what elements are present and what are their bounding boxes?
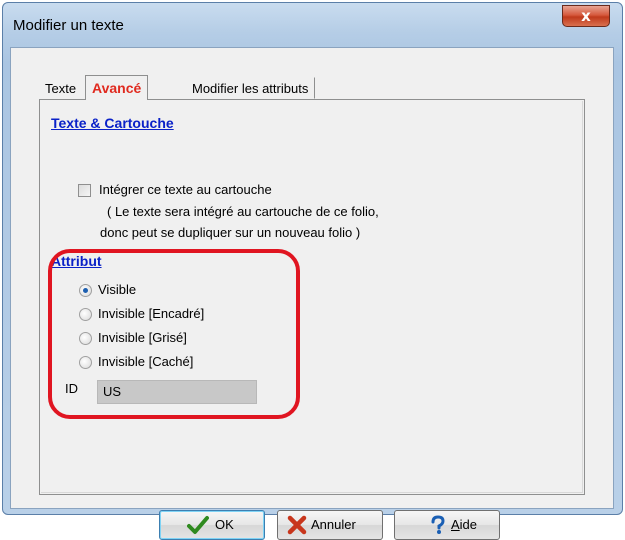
integrate-cartouche-checkbox[interactable]: [78, 184, 91, 197]
close-button[interactable]: x: [562, 5, 610, 27]
cancel-button[interactable]: Annuler: [277, 510, 383, 540]
section-title-attribut: Attribut: [51, 253, 102, 269]
cancel-button-label: Annuler: [311, 517, 356, 532]
tab-avance[interactable]: Avancé: [85, 75, 149, 100]
question-icon: [431, 515, 445, 534]
radio-invisible-grise[interactable]: [79, 332, 92, 345]
checkmark-icon: [187, 516, 209, 534]
radio-invisible-encadre[interactable]: [79, 308, 92, 321]
help-button-mnemonic: A: [451, 517, 460, 532]
dialog-window: Modifier un texte x Texte Avancé Modifie…: [2, 2, 623, 540]
radio-invisible-encadre-label[interactable]: Invisible [Encadré]: [98, 306, 204, 321]
ok-button-label: OK: [215, 517, 234, 532]
cartouche-note-line2: donc peut se dupliquer sur un nouveau fo…: [100, 225, 361, 240]
help-button[interactable]: Aide: [394, 510, 500, 540]
id-label: ID: [65, 381, 78, 396]
help-button-label: Aide: [451, 517, 477, 532]
ok-button[interactable]: OK: [159, 510, 265, 540]
dialog-client-area: Texte Avancé Modifier les attributs Text…: [10, 47, 614, 540]
title-bar[interactable]: Modifier un texte x: [3, 3, 622, 47]
radio-visible-label[interactable]: Visible: [98, 282, 136, 297]
tab-panel: [39, 99, 585, 495]
x-icon: [287, 515, 307, 535]
integrate-cartouche-label[interactable]: Intégrer ce texte au cartouche: [99, 182, 272, 197]
radio-visible[interactable]: [79, 284, 92, 297]
help-button-label-rest: ide: [459, 517, 478, 532]
radio-invisible-cache[interactable]: [79, 356, 92, 369]
window-title: Modifier un texte: [13, 17, 124, 34]
close-icon: x: [581, 7, 591, 25]
panel-border: [41, 101, 583, 493]
radio-invisible-grise-label[interactable]: Invisible [Grisé]: [98, 330, 187, 345]
id-field: US: [97, 380, 257, 404]
section-title-texte-cartouche: Texte & Cartouche: [51, 115, 174, 131]
cartouche-note-line1: ( Le texte sera intégré au cartouche de …: [107, 204, 379, 219]
radio-invisible-cache-label[interactable]: Invisible [Caché]: [98, 354, 193, 369]
tab-texte[interactable]: Texte: [38, 77, 83, 99]
tab-modifier-attributs[interactable]: Modifier les attributs: [185, 77, 316, 99]
